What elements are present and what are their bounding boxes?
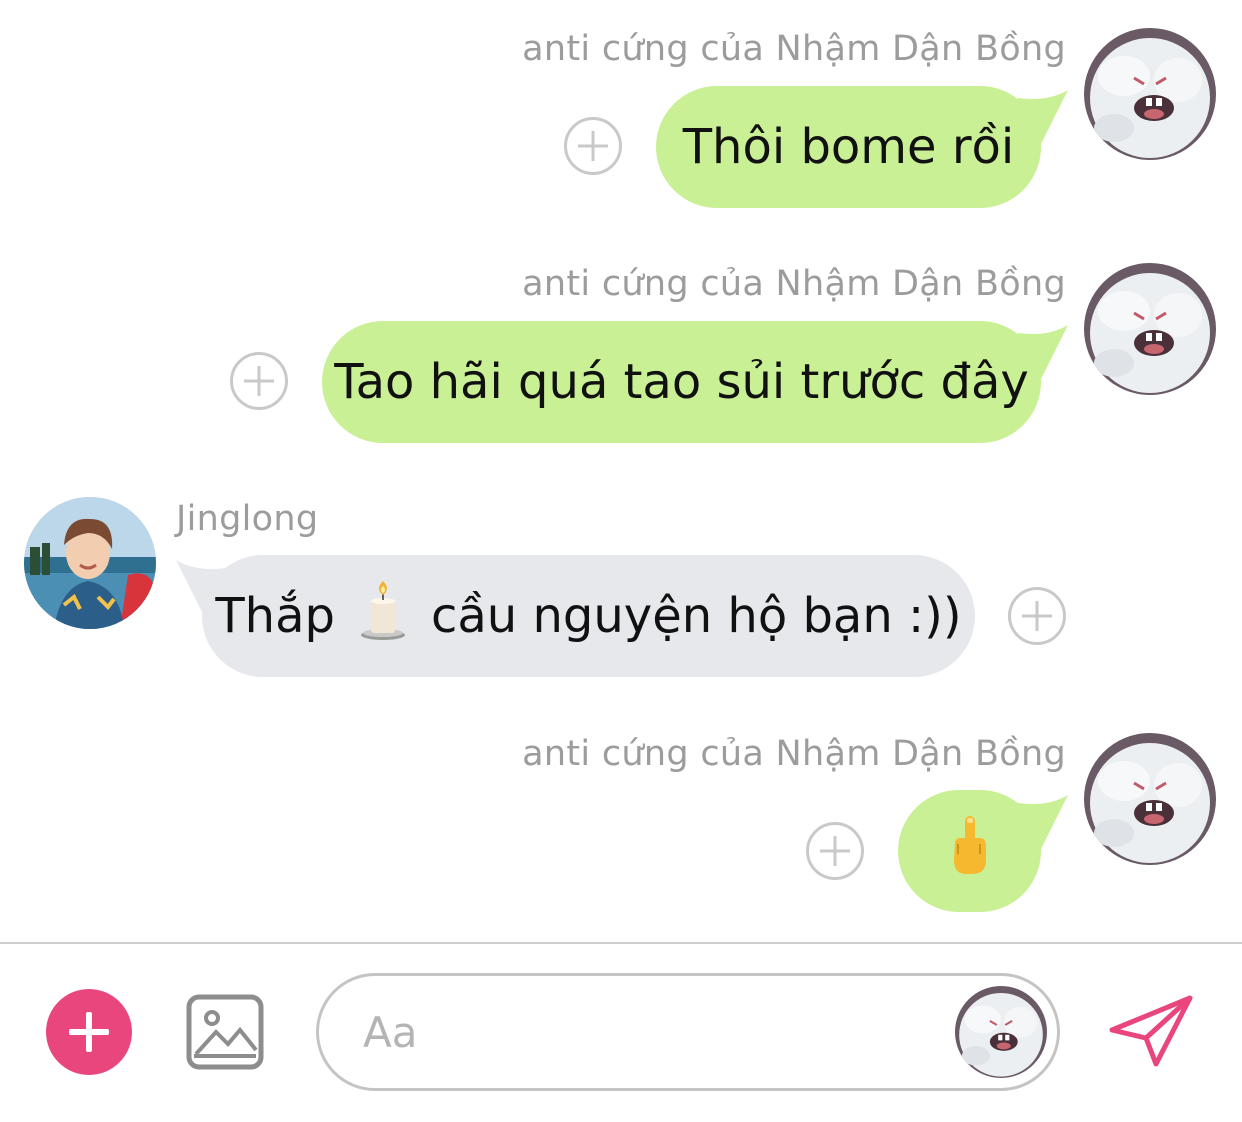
- candle-icon: [357, 579, 409, 653]
- avatar[interactable]: [1084, 28, 1216, 160]
- middle-finger-icon: [950, 814, 990, 888]
- add-reaction-button[interactable]: [1008, 587, 1066, 645]
- avatar[interactable]: [1084, 733, 1216, 865]
- add-reaction-button[interactable]: [230, 352, 288, 410]
- message-placeholder: Aa: [363, 1008, 418, 1057]
- message-bubble[interactable]: Thắp cầu nguyện hộ bạn :)): [202, 555, 975, 677]
- message-input[interactable]: Aa: [316, 973, 1060, 1091]
- avatar[interactable]: [955, 986, 1047, 1078]
- avatar[interactable]: [1084, 263, 1216, 395]
- message-text: Tao hãi quá tao sủi trước đây: [334, 354, 1029, 410]
- message-text: Thắp: [215, 588, 335, 644]
- sender-name: anti cứng của Nhậm Dận Bồng: [522, 264, 1066, 304]
- send-icon[interactable]: [1108, 994, 1196, 1074]
- message-bubble[interactable]: Thôi bome rồi: [656, 86, 1041, 208]
- image-icon[interactable]: [186, 994, 264, 1074]
- message-bubble[interactable]: [898, 790, 1041, 912]
- sender-name: anti cứng của Nhậm Dận Bồng: [522, 29, 1066, 69]
- plus-icon[interactable]: [46, 989, 132, 1075]
- add-reaction-button[interactable]: [806, 822, 864, 880]
- message-bubble[interactable]: Tao hãi quá tao sủi trước đây: [322, 321, 1041, 443]
- sender-name: Jinglong: [176, 499, 319, 539]
- message-text: cầu nguyện hộ bạn :)): [430, 588, 962, 644]
- divider: [0, 942, 1242, 944]
- message-text: Thôi bome rồi: [682, 119, 1015, 175]
- sender-name: anti cứng của Nhậm Dận Bồng: [522, 734, 1066, 774]
- add-reaction-button[interactable]: [564, 117, 622, 175]
- avatar[interactable]: [24, 497, 156, 629]
